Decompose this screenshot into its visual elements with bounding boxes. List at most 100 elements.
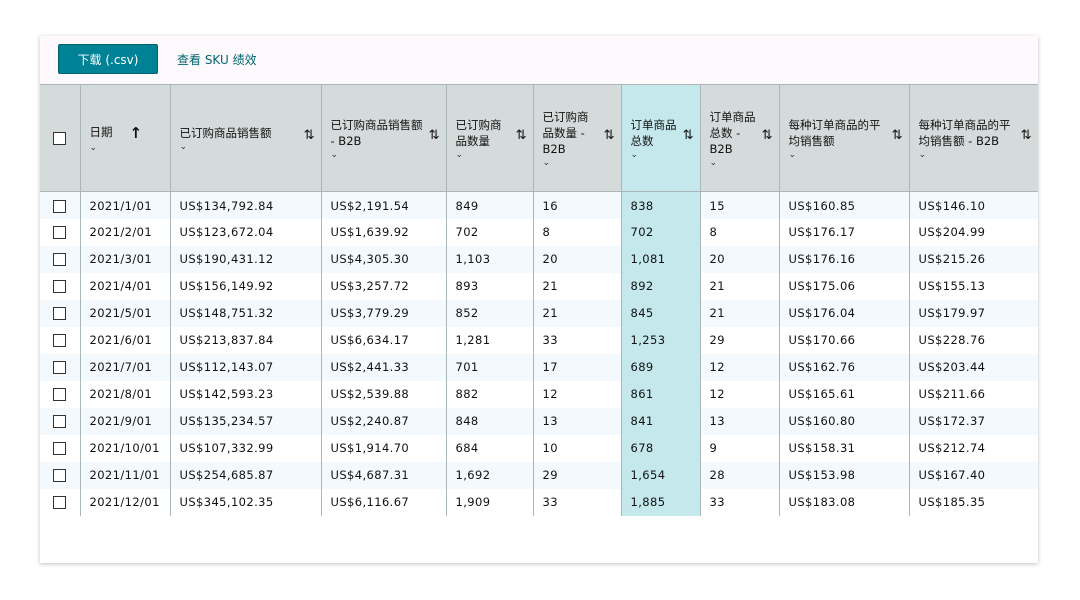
chevron-down-icon[interactable]: ⌄ bbox=[543, 158, 613, 168]
column-header[interactable]: 已订购商品数量 - B2B ⌄ ⇅ bbox=[533, 84, 622, 192]
table-row: 2021/9/01 US$135,234.57 US$2,240.87 848 13 84… bbox=[40, 407, 1038, 435]
row-checkbox[interactable] bbox=[53, 496, 67, 509]
row-select-cell bbox=[40, 488, 81, 516]
chevron-down-icon[interactable]: ⌄ bbox=[90, 143, 162, 153]
table-cell: 2021/5/01 bbox=[80, 299, 171, 327]
table-cell: 21 bbox=[533, 272, 622, 300]
chevron-down-icon[interactable]: ⌄ bbox=[631, 150, 692, 160]
view-sku-performance-link[interactable]: 查看 SKU 绩效 bbox=[177, 51, 257, 68]
sort-icon[interactable]: ⇅ bbox=[304, 129, 315, 142]
table-cell: 21 bbox=[533, 299, 622, 327]
table-cell: US$2,240.87 bbox=[321, 407, 447, 435]
column-header[interactable]: 每种订单商品的平均销售额 - B2B ⌄ ⇅ bbox=[909, 84, 1038, 192]
row-select-cell bbox=[40, 353, 81, 381]
column-header[interactable]: 订单商品总数 - B2B ⌄ ⇅ bbox=[700, 84, 780, 192]
row-select-cell bbox=[40, 245, 81, 273]
table-cell: 13 bbox=[700, 407, 780, 435]
chevron-down-icon[interactable]: ⌄ bbox=[919, 150, 1030, 160]
sort-ascending-icon[interactable]: ↑ bbox=[130, 124, 143, 142]
row-checkbox[interactable] bbox=[53, 442, 67, 455]
table-cell: US$2,539.88 bbox=[321, 380, 447, 408]
table-cell: 2021/8/01 bbox=[80, 380, 171, 408]
row-checkbox[interactable] bbox=[53, 361, 67, 374]
table-cell: 2021/10/01 bbox=[80, 434, 171, 462]
row-checkbox[interactable] bbox=[53, 469, 67, 482]
download-csv-button[interactable]: 下载 (.csv) bbox=[58, 44, 158, 74]
table-cell: US$112,143.07 bbox=[170, 353, 322, 381]
table-row: 2021/6/01 US$213,837.84 US$6,634.17 1,281 33… bbox=[40, 326, 1038, 354]
table-cell: 2021/1/01 bbox=[80, 191, 171, 219]
sort-icon[interactable]: ⇅ bbox=[762, 129, 773, 142]
table-cell: 2021/11/01 bbox=[80, 461, 171, 489]
table-header: 日期 ↑ ⌄ 已订购商品销售额 ⌄ ⇅ 已订购商品销售额 - B2B ⌄ ⇅ 已订购商品数量 ⌄ ⇅ 已… bbox=[40, 84, 1038, 192]
table-cell: 12 bbox=[533, 380, 622, 408]
chevron-down-icon[interactable]: ⌄ bbox=[456, 150, 525, 160]
table-cell: US$135,234.57 bbox=[170, 407, 322, 435]
table-cell: 2021/3/01 bbox=[80, 245, 171, 273]
row-checkbox[interactable] bbox=[53, 334, 67, 347]
column-header[interactable]: 已订购商品销售额 - B2B ⌄ ⇅ bbox=[321, 84, 447, 192]
table-cell: 849 bbox=[446, 191, 534, 219]
table-cell: 12 bbox=[700, 353, 780, 381]
row-checkbox[interactable] bbox=[53, 253, 67, 266]
table-cell: US$190,431.12 bbox=[170, 245, 322, 273]
table-row: 2021/12/01 US$345,102.35 US$6,116.67 1,909 3… bbox=[40, 488, 1038, 516]
table-cell: US$176.04 bbox=[779, 299, 910, 327]
table-cell: 33 bbox=[700, 488, 780, 516]
table-cell: US$215.26 bbox=[909, 245, 1038, 273]
table-cell: 861 bbox=[621, 380, 701, 408]
select-all-checkbox[interactable] bbox=[53, 132, 67, 145]
sort-icon[interactable]: ⇅ bbox=[516, 129, 527, 142]
table-row: 2021/3/01 US$190,431.12 US$4,305.30 1,103 20… bbox=[40, 245, 1038, 273]
table-cell: 21 bbox=[700, 299, 780, 327]
table-cell: 15 bbox=[700, 191, 780, 219]
table-cell: US$160.80 bbox=[779, 407, 910, 435]
table-cell: US$6,634.17 bbox=[321, 326, 447, 354]
table-cell: US$4,687.31 bbox=[321, 461, 447, 489]
column-header[interactable]: 日期 ↑ ⌄ bbox=[80, 84, 171, 192]
row-checkbox[interactable] bbox=[53, 307, 67, 320]
table-cell: 1,909 bbox=[446, 488, 534, 516]
table-cell: US$211.66 bbox=[909, 380, 1038, 408]
chevron-down-icon[interactable]: ⌄ bbox=[180, 142, 313, 152]
column-header[interactable]: 订单商品总数 ⌄ ⇅ bbox=[621, 84, 701, 192]
table-row: 2021/8/01 US$142,593.23 US$2,539.88 882 12 86… bbox=[40, 380, 1038, 408]
row-checkbox[interactable] bbox=[53, 415, 67, 428]
sort-icon[interactable]: ⇅ bbox=[892, 129, 903, 142]
column-header-label: 已订购商品数量 - B2B bbox=[542, 109, 589, 156]
table-cell: US$107,332.99 bbox=[170, 434, 322, 462]
column-header-label: 每种订单商品的平均销售额 - B2B bbox=[918, 117, 1011, 148]
column-header[interactable]: 已订购商品数量 ⌄ ⇅ bbox=[446, 84, 534, 192]
table-cell: 8 bbox=[533, 218, 622, 246]
column-header-label: 日期 bbox=[89, 124, 113, 139]
row-select-cell bbox=[40, 407, 81, 435]
table-row: 2021/7/01 US$112,143.07 US$2,441.33 701 17 68… bbox=[40, 353, 1038, 381]
sort-icon[interactable]: ⇅ bbox=[1021, 129, 1032, 142]
table-cell: US$345,102.35 bbox=[170, 488, 322, 516]
table-cell: US$6,116.67 bbox=[321, 488, 447, 516]
table-cell: US$203.44 bbox=[909, 353, 1038, 381]
row-checkbox[interactable] bbox=[53, 226, 67, 239]
column-header[interactable]: 已订购商品销售额 ⌄ ⇅ bbox=[170, 84, 322, 192]
table-cell: 684 bbox=[446, 434, 534, 462]
sort-icon[interactable]: ⇅ bbox=[604, 129, 615, 142]
row-checkbox[interactable] bbox=[53, 388, 67, 401]
table-cell: 848 bbox=[446, 407, 534, 435]
sort-icon[interactable]: ⇅ bbox=[683, 129, 694, 142]
table-cell: 13 bbox=[533, 407, 622, 435]
row-checkbox[interactable] bbox=[53, 280, 67, 293]
table-cell: 9 bbox=[700, 434, 780, 462]
table-cell: 2021/2/01 bbox=[80, 218, 171, 246]
table-cell: 841 bbox=[621, 407, 701, 435]
table-cell: 10 bbox=[533, 434, 622, 462]
chevron-down-icon[interactable]: ⌄ bbox=[710, 158, 771, 168]
table-cell: 702 bbox=[446, 218, 534, 246]
column-header[interactable]: 每种订单商品的平均销售额 ⌄ ⇅ bbox=[779, 84, 910, 192]
sort-icon[interactable]: ⇅ bbox=[429, 129, 440, 142]
table-row: 2021/1/01 US$134,792.84 US$2,191.54 849 16 83… bbox=[40, 191, 1038, 219]
table-cell: 20 bbox=[533, 245, 622, 273]
table-cell: US$179.97 bbox=[909, 299, 1038, 327]
chevron-down-icon[interactable]: ⌄ bbox=[331, 150, 438, 160]
chevron-down-icon[interactable]: ⌄ bbox=[789, 150, 901, 160]
row-checkbox[interactable] bbox=[53, 200, 67, 214]
